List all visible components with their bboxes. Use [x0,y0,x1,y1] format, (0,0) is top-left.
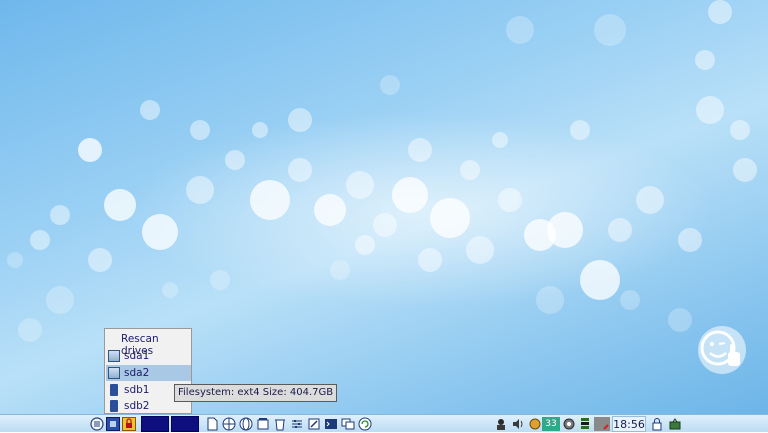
bokeh-circle [330,260,350,280]
bokeh-circle [460,160,480,180]
settings-sliders-icon[interactable] [290,417,304,431]
bokeh-circle [355,235,375,255]
battery-stack-icon[interactable] [578,417,592,431]
bokeh-circle [88,248,112,272]
usb-drive-icon [110,384,118,396]
windows-icon[interactable] [341,417,355,431]
usb-drive-icon [110,400,118,412]
power-icon[interactable] [668,417,682,431]
bokeh-circle [288,158,312,182]
drives-icon[interactable] [106,417,120,431]
taskbar: 33 18:56 [0,414,768,432]
workspace-1[interactable] [141,416,169,432]
lock-screen-icon[interactable] [650,417,664,431]
bokeh-circle [580,260,620,300]
bokeh-circle [730,120,750,140]
edit-icon[interactable] [307,417,321,431]
bokeh-circle [373,213,397,237]
bokeh-circle [380,75,400,95]
bokeh-circle [608,218,632,242]
menu-icon[interactable] [90,417,104,431]
bokeh-circle [418,248,442,272]
bokeh-circle [162,282,178,298]
drive-item-sda2[interactable]: sda2 [106,365,191,381]
globe-icon[interactable] [222,417,236,431]
network-globe-icon[interactable] [528,417,542,431]
hdd-icon [108,367,120,379]
bokeh-circle [430,198,470,238]
bokeh-circle [636,186,664,214]
bokeh-circle [570,120,590,140]
status-indicator-icon[interactable] [594,417,610,431]
bokeh-circle [140,100,160,120]
hdd-icon [108,350,120,362]
bokeh-circle [46,286,74,314]
bokeh-circle [696,96,724,124]
trash-icon[interactable] [273,417,287,431]
bokeh-circle [142,214,178,250]
drive-label: sda1 [124,350,150,362]
bokeh-circle [225,150,245,170]
bokeh-circle [18,318,42,342]
bokeh-circle [104,189,136,221]
bokeh-circle [190,120,210,140]
bokeh-circle [536,286,564,314]
bokeh-circle [252,122,268,138]
bokeh-circle [50,205,70,225]
bokeh-circle [708,0,732,24]
bokeh-circle [186,176,214,204]
bokeh-circle [408,138,432,162]
lock-drive-icon[interactable] [122,417,136,431]
smiley-thumbs-up-logo [698,326,746,374]
clock[interactable]: 18:56 [612,416,646,432]
network-icon[interactable] [562,417,576,431]
terminal-icon[interactable] [324,417,338,431]
drive-label: sdb2 [124,400,150,412]
bokeh-circle [506,16,534,44]
bokeh-circle [498,188,522,212]
update-icon[interactable] [358,417,372,431]
bokeh-circle [668,308,692,332]
user-icon[interactable] [494,417,508,431]
browser-icon[interactable] [239,417,253,431]
bokeh-circle [30,230,50,250]
bokeh-circle [7,252,23,268]
file-icon[interactable] [205,417,219,431]
bokeh-circle [210,270,230,290]
bokeh-circle [314,194,346,226]
bokeh-circle [733,158,757,182]
volume-icon[interactable] [511,417,525,431]
bokeh-circle [78,138,102,162]
bokeh-circle [346,171,374,199]
bokeh-circle [250,180,290,220]
bokeh-circle [695,50,715,70]
bokeh-circle [466,236,494,264]
bokeh-circle [620,290,640,310]
file-manager-icon[interactable] [256,417,270,431]
bokeh-circle [547,212,583,248]
workspace-2[interactable] [171,416,199,432]
bokeh-circle [392,177,428,213]
drive-label: sdb1 [124,384,150,396]
bokeh-circle [594,14,626,46]
bokeh-circle [288,108,312,132]
drive-label: sda2 [124,367,150,379]
drive-item-sda1[interactable]: sda1 [106,348,191,364]
cpu-temp-indicator[interactable]: 33 [542,417,560,431]
drive-tooltip: Filesystem: ext4 Size: 404.7GB [174,384,338,402]
bokeh-circle [492,132,508,148]
bokeh-circle [678,228,702,252]
